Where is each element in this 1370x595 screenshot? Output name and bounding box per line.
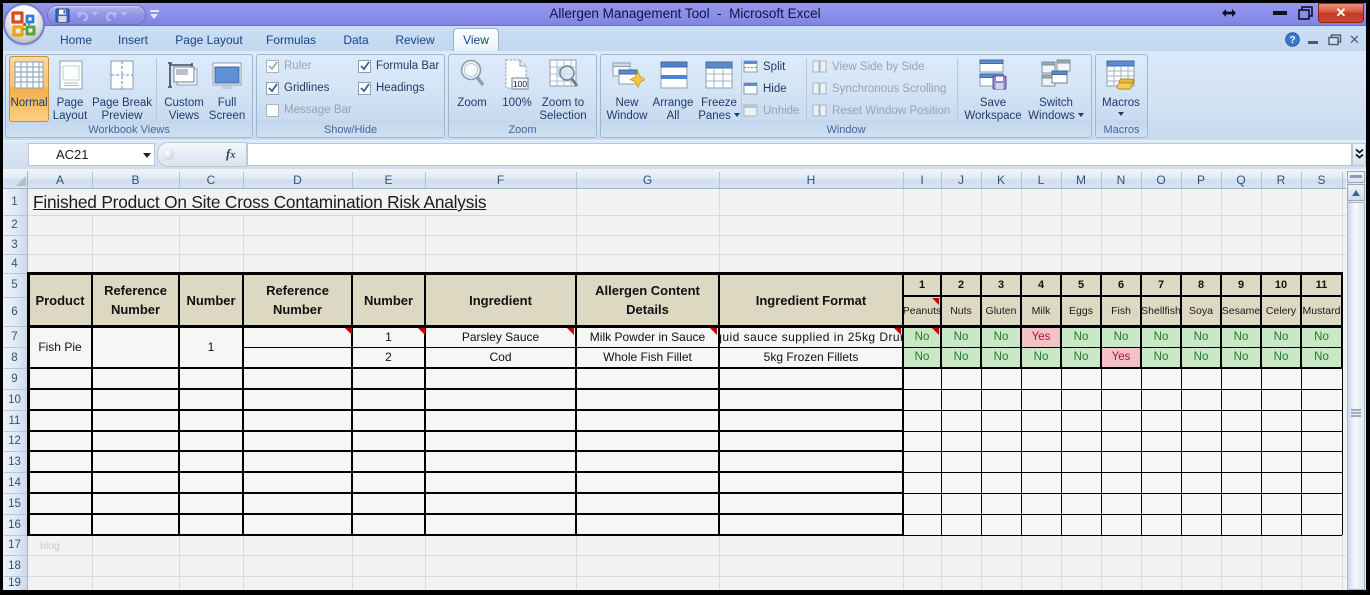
svg-text:100: 100	[513, 79, 527, 89]
svg-text:?: ?	[1289, 35, 1295, 46]
